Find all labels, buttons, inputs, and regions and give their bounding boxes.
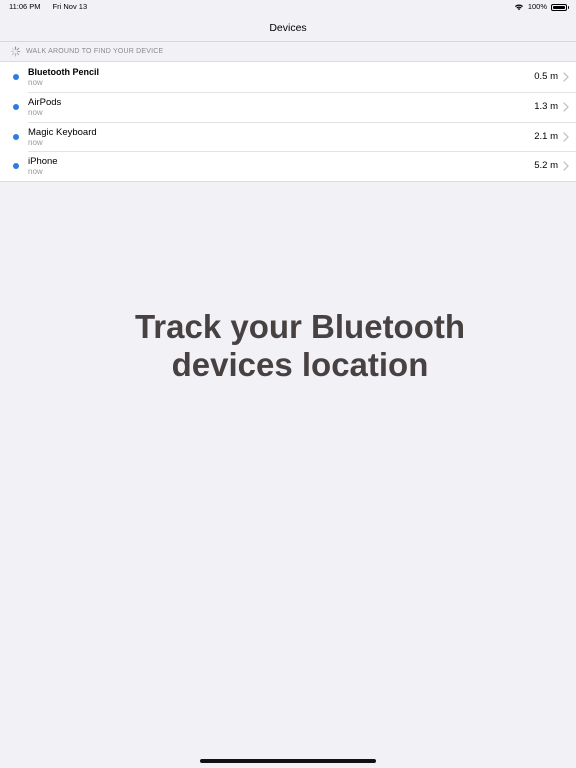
status-dot	[13, 163, 19, 170]
chevron-right-icon	[563, 161, 569, 171]
status-left: 11:06 PM Fri Nov 13	[9, 0, 87, 14]
device-row-iphone[interactable]: iPhone now 5.2 m	[0, 151, 576, 181]
device-distance: 1.3 m	[534, 100, 558, 112]
chevron-right-icon	[563, 72, 569, 82]
device-row-airpods[interactable]: AirPods now 1.3 m	[0, 91, 576, 122]
device-last-seen: now	[28, 78, 43, 87]
status-bar: 11:06 PM Fri Nov 13 100%	[0, 0, 576, 14]
device-distance: 0.5 m	[534, 71, 558, 82]
status-date: Fri Nov 13	[52, 2, 88, 11]
device-last-seen: now	[28, 167, 43, 177]
device-list: Bluetooth Pencil now 0.5 m AirPods now 1…	[0, 61, 576, 182]
status-right: 100%	[514, 0, 569, 14]
page-title: Devices	[269, 22, 307, 34]
battery-icon	[551, 3, 569, 11]
section-header: WALK AROUND TO FIND YOUR DEVICE	[0, 42, 576, 61]
headline-line-2: devices location	[171, 346, 429, 383]
battery-fill	[553, 5, 565, 9]
device-name: AirPods	[28, 96, 62, 108]
device-last-seen: now	[28, 137, 43, 147]
status-time: 11:06 PM	[9, 2, 41, 11]
promo-headline: Track your Bluetooth devices location	[0, 308, 576, 384]
wifi-icon	[514, 4, 523, 11]
device-name: Magic Keyboard	[28, 126, 97, 138]
device-distance: 5.2 m	[534, 160, 558, 172]
headline-line-1: Track your Bluetooth	[134, 308, 466, 345]
device-row-magic-keyboard[interactable]: Magic Keyboard now 2.1 m	[0, 121, 576, 152]
device-name: iPhone	[28, 156, 58, 168]
device-distance: 2.1 m	[534, 130, 558, 142]
device-row-bluetooth-pencil[interactable]: Bluetooth Pencil now 0.5 m	[0, 62, 576, 92]
chevron-right-icon	[563, 102, 569, 112]
status-dot	[13, 133, 19, 140]
home-indicator[interactable]	[200, 759, 376, 763]
section-header-label: WALK AROUND TO FIND YOUR DEVICE	[26, 48, 164, 55]
status-dot	[13, 103, 19, 110]
spinner-icon	[10, 46, 21, 57]
status-dot	[13, 74, 19, 80]
navigation-bar: Devices	[0, 14, 576, 42]
device-last-seen: now	[28, 107, 43, 117]
chevron-right-icon	[563, 131, 569, 142]
battery-percentage: 100%	[527, 2, 547, 11]
device-name: Bluetooth Pencil	[28, 67, 100, 77]
